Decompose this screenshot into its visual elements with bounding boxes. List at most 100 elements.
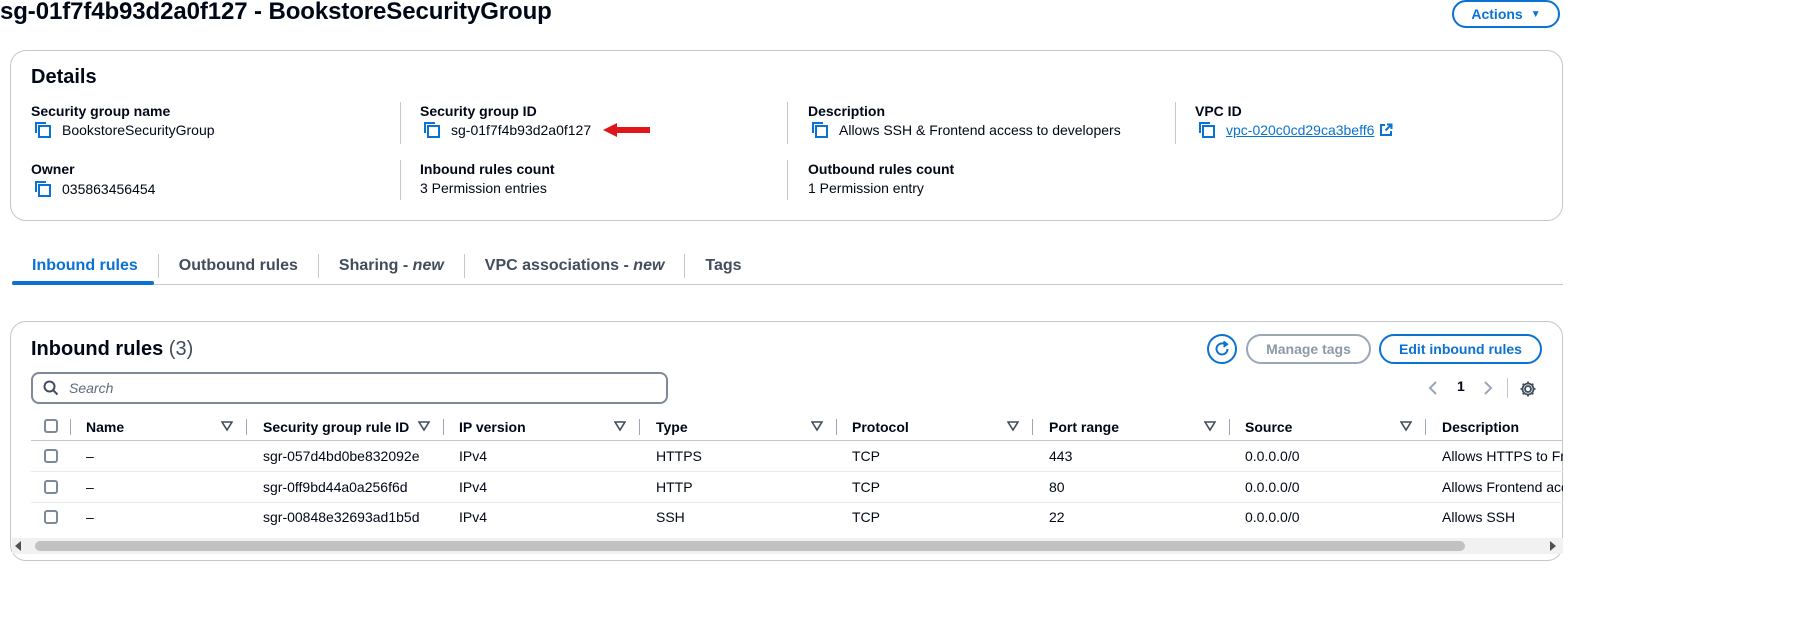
column-divider xyxy=(787,160,788,200)
sort-icon[interactable] xyxy=(1400,420,1412,432)
description-label: Description xyxy=(808,103,886,119)
cell-rule-id: sgr-057d4bd0be832092e xyxy=(263,448,420,464)
previous-page-icon[interactable] xyxy=(1427,380,1439,396)
edit-inbound-rules-button[interactable]: Edit inbound rules xyxy=(1379,334,1542,364)
cell-port-range: 80 xyxy=(1049,479,1065,495)
cell-rule-id: sgr-0ff9bd44a0a256f6d xyxy=(263,479,408,495)
tabs-divider xyxy=(12,284,1563,285)
security-group-id: sg-01f7f4b93d2a0f127 xyxy=(451,122,592,138)
column-header-ip-version[interactable]: IP version xyxy=(459,414,526,440)
caret-down-icon: ▼ xyxy=(1530,8,1541,20)
column-separator xyxy=(1229,419,1230,435)
cell-name: – xyxy=(86,509,94,525)
tab-sharing[interactable]: Sharing - new xyxy=(319,251,464,281)
cell-rule-id: sgr-00848e32693ad1b5d xyxy=(263,509,420,525)
owner-label: Owner xyxy=(31,161,75,177)
table-row[interactable]: – sgr-00848e32693ad1b5d IPv4 SSH TCP 22 … xyxy=(31,502,1563,532)
copy-icon[interactable] xyxy=(423,121,441,139)
copy-icon[interactable] xyxy=(34,180,52,198)
scroll-right-icon[interactable] xyxy=(1550,541,1556,551)
cell-ip-version: IPv4 xyxy=(459,448,488,464)
tab-label: Outbound rules xyxy=(178,257,298,274)
outbound-count-label: Outbound rules count xyxy=(808,161,955,177)
active-tab-indicator xyxy=(12,281,154,285)
column-separator xyxy=(443,419,444,435)
column-header-description[interactable]: Description xyxy=(1442,414,1519,440)
refresh-button[interactable] xyxy=(1207,334,1237,364)
security-group-name-value: BookstoreSecurityGroup xyxy=(34,121,215,139)
column-divider xyxy=(787,102,788,144)
column-header-rule-id[interactable]: Security group rule ID xyxy=(263,414,409,440)
gear-icon[interactable] xyxy=(1519,380,1537,398)
cell-protocol: TCP xyxy=(852,479,880,495)
table-row[interactable]: – sgr-0ff9bd44a0a256f6d IPv4 HTTP TCP 80… xyxy=(31,472,1563,502)
cell-ip-version: IPv4 xyxy=(459,509,488,525)
sort-icon[interactable] xyxy=(811,420,823,432)
security-group-name: BookstoreSecurityGroup xyxy=(62,122,215,138)
row-checkbox[interactable] xyxy=(44,449,58,463)
tab-vpc-associations[interactable]: VPC associations - new xyxy=(465,251,685,281)
description-value: Allows SSH & Frontend access to develope… xyxy=(811,121,1121,139)
manage-tags-button[interactable]: Manage tags xyxy=(1246,334,1371,364)
column-divider xyxy=(400,102,401,144)
search-field[interactable] xyxy=(31,372,668,404)
new-tag: new xyxy=(633,257,665,274)
security-group-id-value: sg-01f7f4b93d2a0f127 xyxy=(423,121,591,139)
scroll-left-icon[interactable] xyxy=(15,541,21,551)
tab-tags[interactable]: Tags xyxy=(685,251,761,281)
security-group-name-label: Security group name xyxy=(31,103,171,119)
column-header-protocol[interactable]: Protocol xyxy=(852,414,909,440)
vpc-id-link[interactable]: vpc-020c0cd29ca3beff6 xyxy=(1226,122,1374,138)
pager-divider xyxy=(1507,378,1508,398)
external-link-icon[interactable] xyxy=(1379,123,1393,137)
inbound-rules-title: Inbound rules xyxy=(31,338,164,360)
sort-icon[interactable] xyxy=(614,420,626,432)
sort-icon[interactable] xyxy=(221,420,233,432)
outbound-count: 1 Permission entry xyxy=(808,180,924,196)
tab-outbound-rules[interactable]: Outbound rules xyxy=(159,251,318,281)
page-number[interactable]: 1 xyxy=(1457,378,1465,394)
tab-inbound-rules[interactable]: Inbound rules xyxy=(12,251,158,281)
column-separator xyxy=(639,419,640,435)
cell-description: Allows Frontend acc xyxy=(1442,479,1563,495)
cell-description: Allows SSH xyxy=(1442,509,1516,525)
column-header-source[interactable]: Source xyxy=(1245,414,1292,440)
column-separator xyxy=(1032,419,1033,435)
inbound-rules-count: (3) xyxy=(168,338,194,360)
scrollbar-thumb[interactable] xyxy=(35,541,1465,551)
tab-label: Tags xyxy=(705,257,742,274)
table-row[interactable]: – sgr-057d4bd0be832092e IPv4 HTTPS TCP 4… xyxy=(31,441,1563,471)
select-all-checkbox[interactable] xyxy=(44,419,58,433)
column-separator xyxy=(246,419,247,435)
vpc-id-value: vpc-020c0cd29ca3beff6 xyxy=(1198,121,1393,139)
cell-description: Allows HTTPS to Fr xyxy=(1442,448,1563,464)
row-checkbox[interactable] xyxy=(44,510,58,524)
cell-ip-version: IPv4 xyxy=(459,479,488,495)
tab-label: Inbound rules xyxy=(32,257,138,274)
column-divider xyxy=(1175,102,1176,144)
row-checkbox[interactable] xyxy=(44,480,58,494)
new-tag: new xyxy=(412,257,444,274)
copy-icon[interactable] xyxy=(1198,121,1216,139)
next-page-icon[interactable] xyxy=(1482,380,1494,396)
actions-button-label: Actions xyxy=(1471,6,1523,22)
vpc-id-label: VPC ID xyxy=(1195,103,1242,119)
column-header-name[interactable]: Name xyxy=(86,414,124,440)
column-header-port-range[interactable]: Port range xyxy=(1049,414,1119,440)
column-header-type[interactable]: Type xyxy=(656,414,688,440)
tab-label: VPC associations - xyxy=(484,257,634,274)
cell-protocol: TCP xyxy=(852,448,880,464)
search-input[interactable] xyxy=(67,379,651,397)
inbound-rules-heading: Inbound rules (3) xyxy=(31,338,193,361)
tab-label: Sharing - xyxy=(338,257,413,274)
search-icon xyxy=(43,380,59,396)
sort-icon[interactable] xyxy=(418,420,430,432)
sort-icon[interactable] xyxy=(1007,420,1019,432)
copy-icon[interactable] xyxy=(811,121,829,139)
owner: 035863456454 xyxy=(62,181,156,197)
actions-button[interactable]: Actions ▼ xyxy=(1452,0,1560,28)
copy-icon[interactable] xyxy=(34,121,52,139)
sort-icon[interactable] xyxy=(1204,420,1216,432)
cell-protocol: TCP xyxy=(852,509,880,525)
table-header: Name Security group rule ID IP version T… xyxy=(31,414,1563,440)
